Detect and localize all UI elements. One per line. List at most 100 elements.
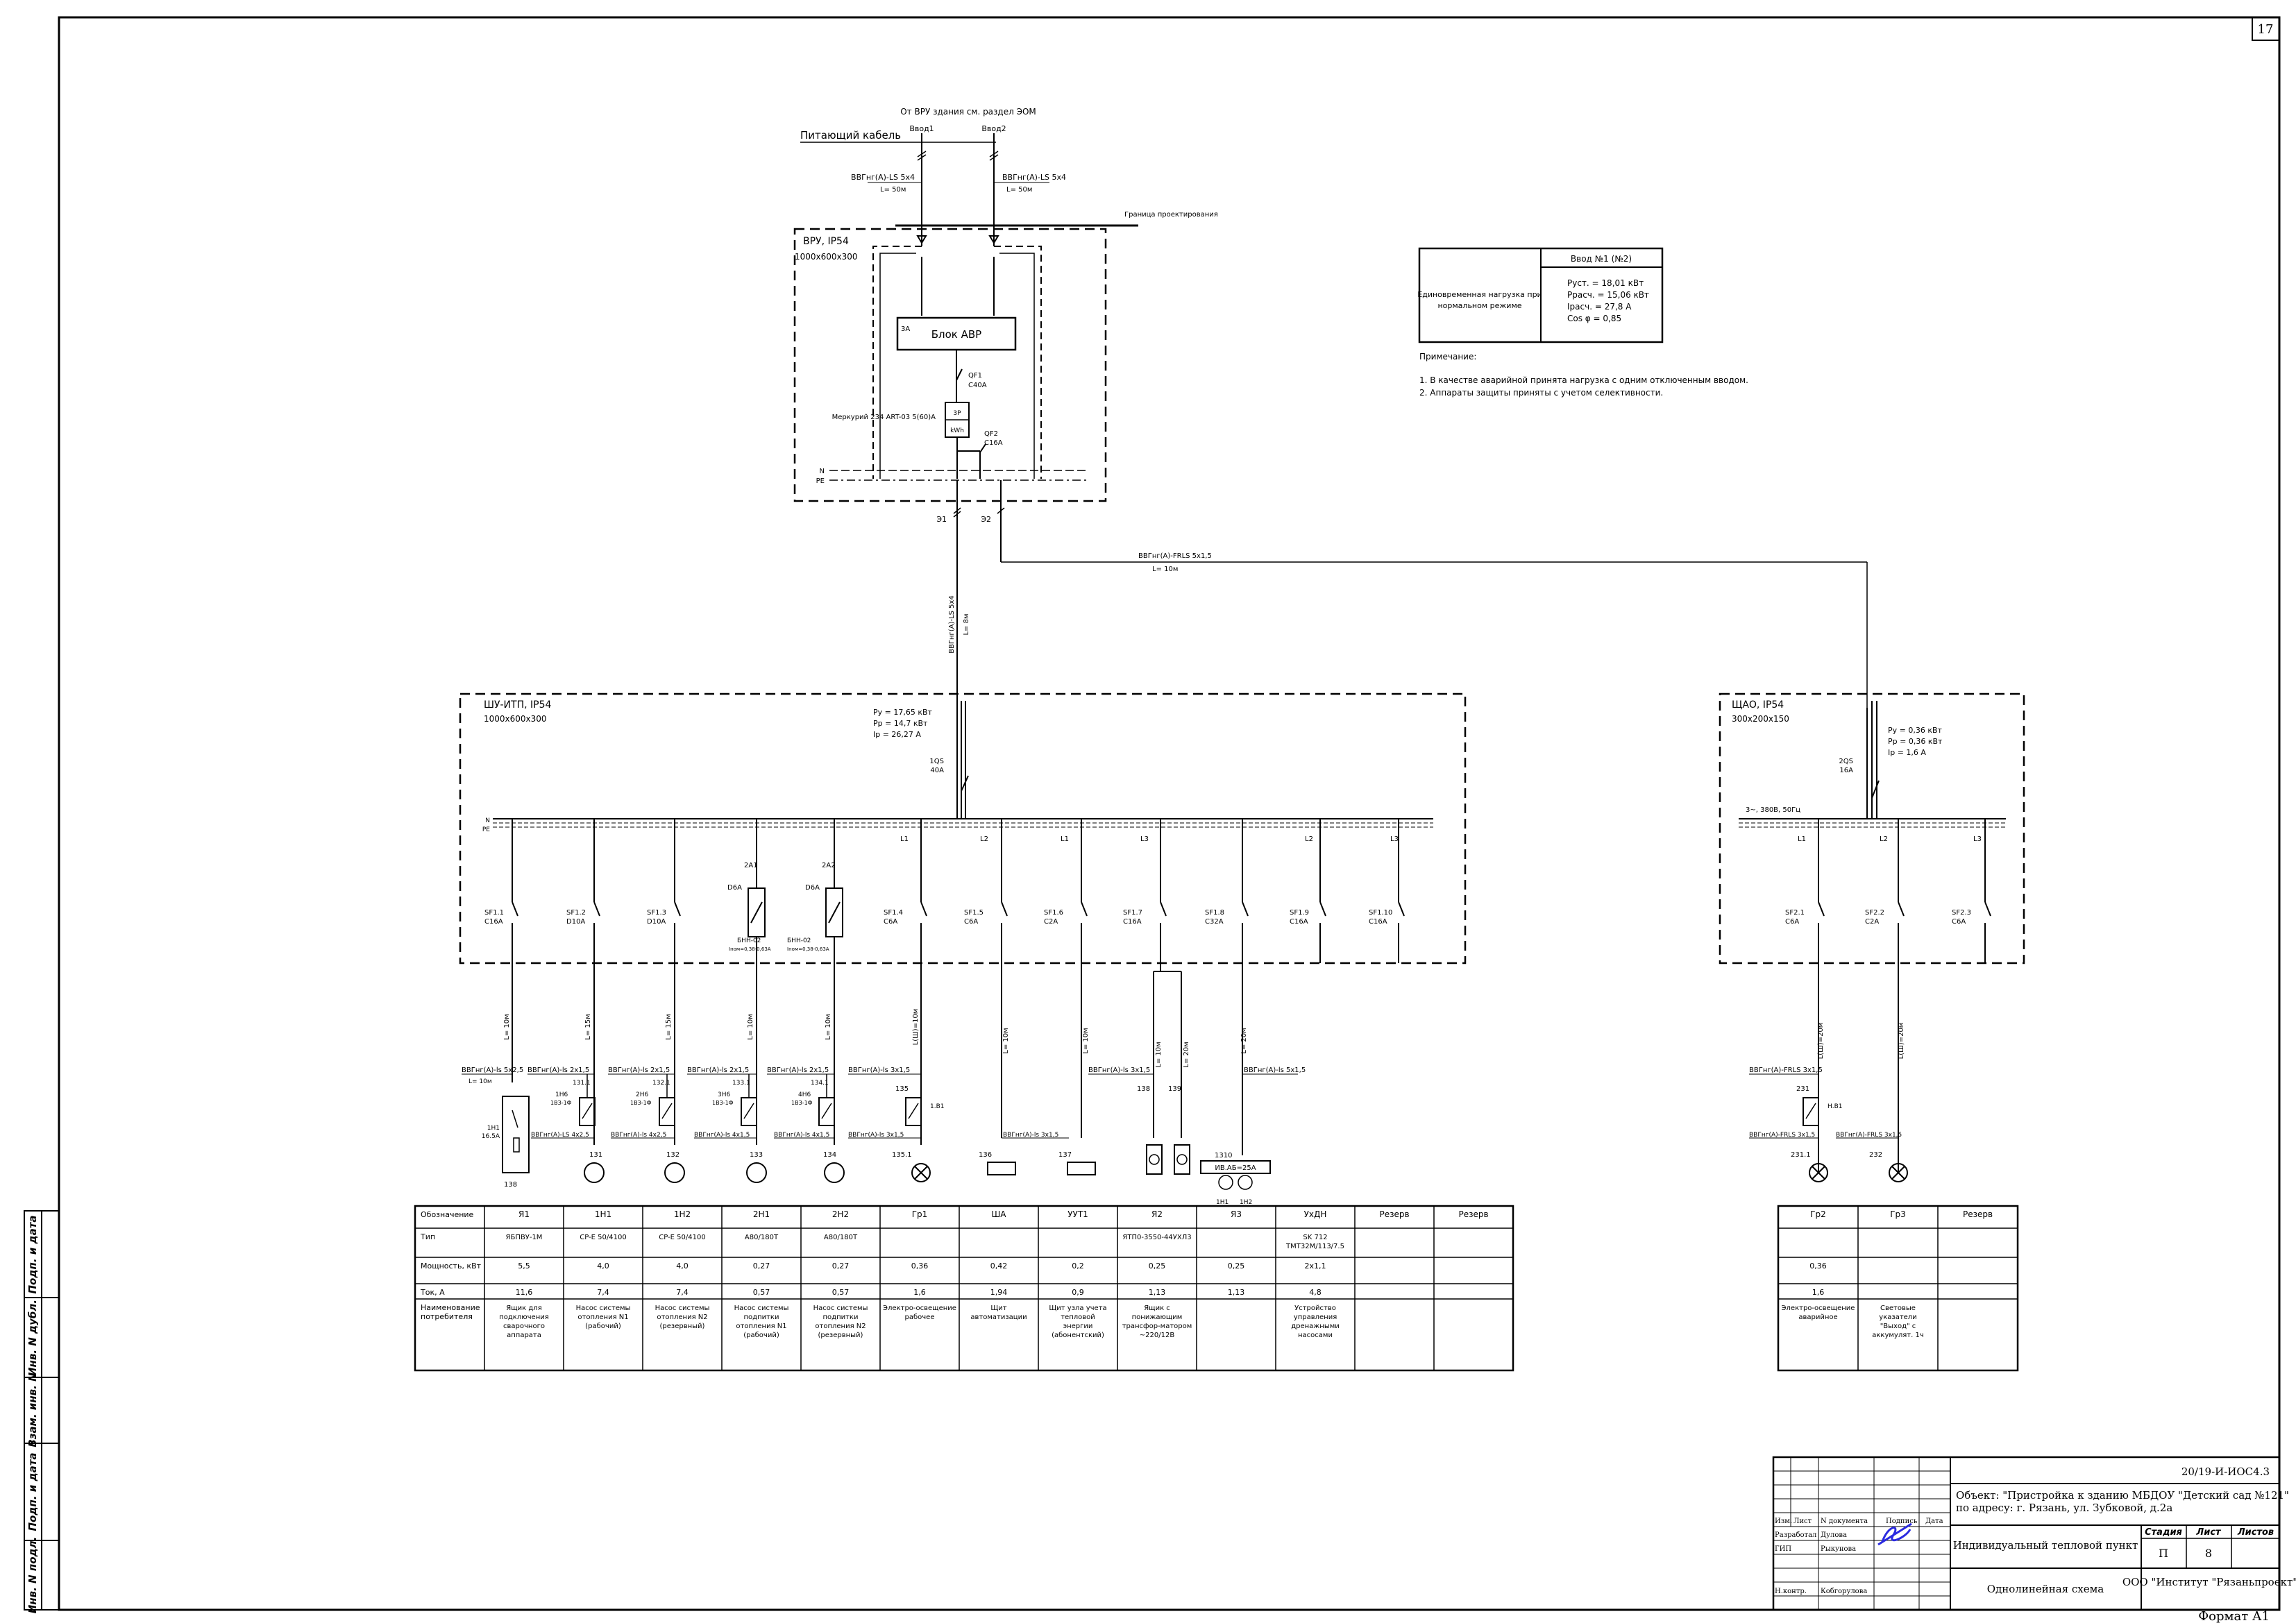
- role-3: Н.контр.: [1775, 1588, 1807, 1595]
- table-cell: подпитки: [744, 1314, 779, 1321]
- svg-text:SF2.3: SF2.3: [1952, 909, 1971, 917]
- shao-main-switch: 2QS: [1839, 758, 1853, 765]
- shu-breaker-6: SF1.6С2А: [1044, 819, 1088, 1138]
- table-cell: 11,6: [516, 1288, 533, 1297]
- table-cell: Ящик с: [1144, 1305, 1170, 1312]
- svg-text:231.1: 231.1: [1791, 1151, 1811, 1159]
- svg-text:133.1: 133.1: [732, 1080, 750, 1087]
- svg-text:L= 20м: L= 20м: [1183, 1042, 1190, 1067]
- shao-title: ЩАО, IP54: [1732, 699, 1784, 711]
- cable1-length: L= 50м: [880, 186, 906, 194]
- svg-text:1Н6: 1Н6: [555, 1091, 568, 1098]
- table-cell: Я2: [1151, 1209, 1163, 1219]
- table-cell: 1,6: [1812, 1288, 1825, 1297]
- format-label: Формат А1: [2198, 1609, 2270, 1623]
- phase-label-1: L1: [900, 835, 909, 843]
- table-cell: насосами: [1298, 1332, 1333, 1339]
- svg-text:1ВЗ-1Ф: 1ВЗ-1Ф: [550, 1100, 572, 1106]
- stage-value: П: [2159, 1547, 2168, 1560]
- cable-e1-label: ВВГнг(А)-LS 5х4: [948, 595, 956, 654]
- doc-code: 20/19-И-ИОС4.3: [2181, 1465, 2270, 1478]
- subject: Индивидуальный тепловой пункт: [1953, 1539, 2138, 1552]
- feeder-2: L= 15м ВВГнг(А)-ls 2х1,5 131.1 1Н6 1ВЗ-1…: [527, 1014, 605, 1183]
- shu-breaker-1: SF1.1С16А: [484, 819, 518, 1082]
- side-stamp-1: Подп. и дата: [26, 1215, 39, 1293]
- svg-text:SF1.9: SF1.9: [1290, 909, 1309, 917]
- role-1-name: Дулова: [1821, 1531, 1847, 1539]
- svg-text:132.1: 132.1: [652, 1080, 670, 1087]
- out1-label: Э1: [936, 515, 947, 524]
- table-cell: A80/180T: [745, 1234, 779, 1241]
- svg-text:БНН-02: БНН-02: [787, 937, 811, 944]
- feeder-8: L= 10м 137: [1058, 1028, 1096, 1175]
- table-cell: Световые: [1880, 1305, 1916, 1312]
- table-cell: 1,6: [913, 1288, 926, 1297]
- svg-text:С16А: С16А: [1290, 918, 1308, 926]
- shu-param-1: Ру = 17,65 кВт: [873, 708, 933, 717]
- table-cell: (рабочий): [743, 1332, 779, 1339]
- svg-text:135.1: 135.1: [892, 1151, 912, 1159]
- phase-label-6: L3: [1390, 835, 1399, 843]
- table-cell: CP-E 50/4100: [659, 1234, 705, 1241]
- svg-text:SF1.3: SF1.3: [647, 909, 666, 917]
- sheet-header: Лист: [2195, 1527, 2222, 1538]
- table-cell: (резервный): [818, 1332, 863, 1339]
- shu-param-3: Iр = 26,27 А: [873, 730, 921, 739]
- svg-text:L= 20м: L= 20м: [1240, 1028, 1248, 1053]
- svg-text:ВВГнг(А)-ls 3х1,5: ВВГнг(А)-ls 3х1,5: [848, 1132, 904, 1139]
- shu-breaker-3: SF1.3D10A: [647, 819, 681, 1145]
- cable-e2-label: ВВГнг(А)-FRLS 5х1,5: [1138, 552, 1212, 560]
- svg-text:Н.В1: Н.В1: [1827, 1103, 1843, 1110]
- meter-panel-icon: [1067, 1162, 1096, 1175]
- svg-text:L(Ш)=10м: L(Ш)=10м: [912, 1009, 920, 1046]
- svg-text:138: 138: [1137, 1085, 1150, 1093]
- svg-text:С16А: С16А: [484, 918, 503, 926]
- svg-text:Iном=0,38-0,63А: Iном=0,38-0,63А: [729, 946, 771, 952]
- cable-e1-length: L= 8м: [963, 613, 970, 635]
- table-cell: Гр1: [912, 1209, 928, 1219]
- input2-label: Ввод2: [981, 124, 1006, 133]
- avr-tag: 3А: [901, 325, 910, 333]
- feeder-7: L= 10м ВВГнг(А)-ls 3х1,5 136: [979, 1028, 1069, 1175]
- svg-text:L= 10м: L= 10м: [1002, 1028, 1010, 1053]
- shao-size: 300х200х150: [1732, 714, 1789, 724]
- table-cell: 0,57: [832, 1288, 850, 1297]
- shu-breaker-10: SF1.10С16А: [1369, 819, 1405, 963]
- svg-text:L= 10м: L= 10м: [503, 1014, 511, 1039]
- svg-text:D6A: D6A: [805, 884, 820, 892]
- avr-label: Блок АВР: [931, 328, 981, 341]
- table-cell: TMT32M/113/7.5: [1285, 1243, 1344, 1250]
- table-cell: Щит узла учета: [1049, 1305, 1106, 1312]
- feeder-5: L= 10м ВВГнг(А)-ls 2х1,5 134.1 4Н6 1ВЗ-1…: [767, 1014, 845, 1183]
- svg-text:С16А: С16А: [1369, 918, 1387, 926]
- svg-text:SF1.4: SF1.4: [884, 909, 903, 917]
- table-cell: Насос системы: [734, 1305, 789, 1312]
- shao-consumer-table: Гр2 0,36 1,6 Электро-освещение аварийное Гр3 С…: [1777, 1205, 2019, 1372]
- welding-box: [502, 1096, 530, 1173]
- note-2: 2. Аппараты защиты приняты с учетом селе…: [1419, 388, 1663, 398]
- svg-text:131: 131: [589, 1151, 602, 1159]
- shao-param-2: Рр = 0,36 кВт: [1888, 737, 1943, 746]
- table-cell: автоматизации: [970, 1314, 1027, 1321]
- svg-text:135: 135: [895, 1085, 909, 1093]
- table-cell: (абонентский): [1052, 1332, 1104, 1339]
- svg-text:Iном=0,38-0,63А: Iном=0,38-0,63А: [787, 946, 829, 952]
- table-cell: ША: [991, 1209, 1006, 1219]
- table-cell: Гр3: [1890, 1209, 1906, 1219]
- table-cell: тепловой: [1061, 1314, 1095, 1321]
- stage-header: Стадия: [2145, 1527, 2182, 1538]
- shu-pe-label: PE: [482, 826, 490, 833]
- table-cell: 5,5: [518, 1261, 530, 1271]
- feeder-1: L= 10м ВВГнг(А)-ls 5х2,5 L= 10м 1Н1 16.5…: [462, 1014, 530, 1189]
- svg-text:134: 134: [823, 1151, 836, 1159]
- svg-text:SF1.10: SF1.10: [1369, 909, 1392, 917]
- svg-text:2Н6: 2Н6: [636, 1091, 648, 1098]
- svg-text:ВВГнг(А)-ls 4х1,5: ВВГнг(А)-ls 4х1,5: [694, 1132, 750, 1139]
- svg-text:D6A: D6A: [727, 884, 742, 892]
- svg-text:SF2.1: SF2.1: [1785, 909, 1805, 917]
- shu-n-label: N: [485, 817, 490, 824]
- table-cell: рабочее: [905, 1314, 935, 1321]
- svg-text:SF1.8: SF1.8: [1205, 909, 1224, 917]
- phase-label-5: L2: [1305, 835, 1313, 843]
- sheet-value: 8: [2205, 1547, 2212, 1560]
